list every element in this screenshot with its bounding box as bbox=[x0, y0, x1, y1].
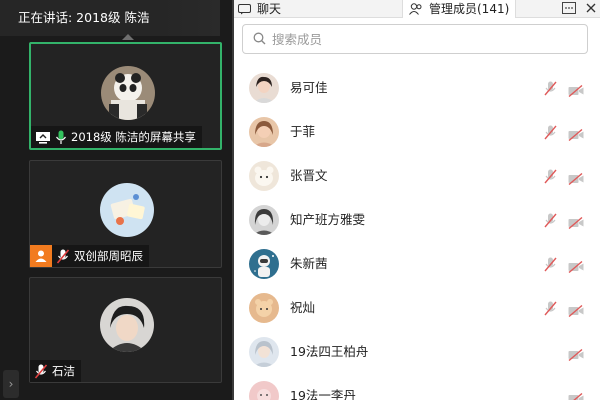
member-row[interactable]: 朱新茜 bbox=[234, 244, 600, 288]
member-list: 易可佳 于菲 张晋文 知产班方雅雯 朱新茜 祝灿 19法四王柏舟 19法一李丹 bbox=[234, 68, 600, 400]
screen-share-icon bbox=[35, 131, 51, 144]
avatar bbox=[249, 381, 279, 400]
camera-off-icon[interactable] bbox=[568, 346, 584, 365]
microphone-muted-icon bbox=[34, 363, 48, 379]
active-speaker-bar: 正在讲话: 2018级 陈浩 bbox=[0, 0, 220, 36]
active-speaker-text: 正在讲话: 2018级 陈浩 bbox=[18, 10, 150, 25]
member-name: 19法一李丹 bbox=[290, 388, 356, 400]
member-row[interactable]: 19法一李丹 bbox=[234, 376, 600, 400]
video-tile-screen-share[interactable]: 2018级 陈洁的屏幕共享 bbox=[29, 42, 222, 150]
search-input[interactable] bbox=[272, 31, 572, 47]
camera-off-icon[interactable] bbox=[568, 258, 584, 277]
tab-chat-label: 聊天 bbox=[257, 1, 282, 16]
search-icon bbox=[253, 30, 266, 49]
camera-off-icon[interactable] bbox=[568, 390, 584, 400]
tile-name: 石洁 bbox=[52, 364, 75, 378]
avatar bbox=[249, 161, 279, 191]
avatar bbox=[100, 298, 154, 352]
microphone-muted-icon[interactable] bbox=[544, 213, 557, 232]
avatar bbox=[249, 249, 279, 279]
tab-chat[interactable]: 聊天 bbox=[238, 0, 281, 18]
avatar bbox=[249, 117, 279, 147]
users-icon bbox=[409, 3, 423, 15]
microphone-muted-icon bbox=[56, 248, 70, 264]
member-name: 19法四王柏舟 bbox=[290, 344, 369, 359]
chat-icon bbox=[238, 3, 251, 15]
tile-label: 石洁 bbox=[30, 360, 81, 382]
microphone-muted-icon[interactable] bbox=[544, 81, 557, 100]
member-name: 朱新茜 bbox=[290, 256, 328, 271]
member-name: 易可佳 bbox=[290, 80, 328, 95]
tab-members[interactable]: 管理成员(141) bbox=[402, 0, 517, 18]
member-row[interactable]: 知产班方雅雯 bbox=[234, 200, 600, 244]
member-row[interactable]: 易可佳 bbox=[234, 68, 600, 112]
avatar bbox=[249, 293, 279, 323]
member-row[interactable]: 于菲 bbox=[234, 112, 600, 156]
camera-off-icon[interactable] bbox=[568, 214, 584, 233]
microphone-muted-icon[interactable] bbox=[544, 257, 557, 276]
avatar bbox=[100, 183, 154, 237]
member-name: 知产班方雅雯 bbox=[290, 212, 366, 227]
avatar bbox=[249, 73, 279, 103]
video-tile-participant[interactable]: 石洁 bbox=[29, 277, 222, 383]
tab-tools bbox=[562, 0, 596, 18]
member-name: 祝灿 bbox=[290, 300, 316, 315]
member-row[interactable]: 19法四王柏舟 bbox=[234, 332, 600, 376]
meeting-window: 正在讲话: 2018级 陈浩 2018级 陈洁的屏幕共享 双创部周昭辰 石洁 ›… bbox=[0, 0, 600, 400]
microphone-muted-icon[interactable] bbox=[544, 301, 557, 320]
avatar bbox=[101, 66, 155, 120]
close-icon[interactable] bbox=[586, 2, 596, 16]
member-name: 张晋文 bbox=[290, 168, 328, 183]
side-panel: 聊天 管理成员(141) 搜索成员 易可佳 于菲 张晋文 知产班方雅雯 朱新茜 … bbox=[234, 0, 600, 400]
member-row[interactable]: 张晋文 bbox=[234, 156, 600, 200]
member-name: 于菲 bbox=[290, 124, 316, 139]
tab-members-label: 管理成员(141) bbox=[429, 1, 510, 16]
more-icon[interactable] bbox=[562, 1, 576, 17]
camera-off-icon[interactable] bbox=[568, 82, 584, 101]
avatar bbox=[249, 205, 279, 235]
video-panel: 正在讲话: 2018级 陈浩 2018级 陈洁的屏幕共享 双创部周昭辰 石洁 › bbox=[0, 0, 232, 400]
avatar bbox=[249, 337, 279, 367]
tile-label: 双创部周昭辰 bbox=[30, 245, 149, 267]
tile-name: 2018级 陈洁的屏幕共享 bbox=[71, 130, 196, 144]
panel-tabs: 聊天 管理成员(141) bbox=[234, 0, 600, 18]
tile-label: 2018级 陈洁的屏幕共享 bbox=[31, 126, 202, 148]
chevron-right-icon[interactable]: › bbox=[3, 370, 19, 398]
camera-off-icon[interactable] bbox=[568, 170, 584, 189]
camera-off-icon[interactable] bbox=[568, 302, 584, 321]
member-row[interactable]: 祝灿 bbox=[234, 288, 600, 332]
microphone-muted-icon[interactable] bbox=[544, 169, 557, 188]
video-tile-participant[interactable]: 双创部周昭辰 bbox=[29, 160, 222, 268]
tile-name: 双创部周昭辰 bbox=[74, 249, 143, 263]
microphone-active-icon bbox=[55, 130, 67, 145]
camera-off-icon[interactable] bbox=[568, 126, 584, 145]
microphone-muted-icon[interactable] bbox=[544, 125, 557, 144]
member-search[interactable] bbox=[242, 24, 588, 54]
user-icon bbox=[30, 245, 52, 267]
caret-up-icon bbox=[122, 34, 134, 40]
